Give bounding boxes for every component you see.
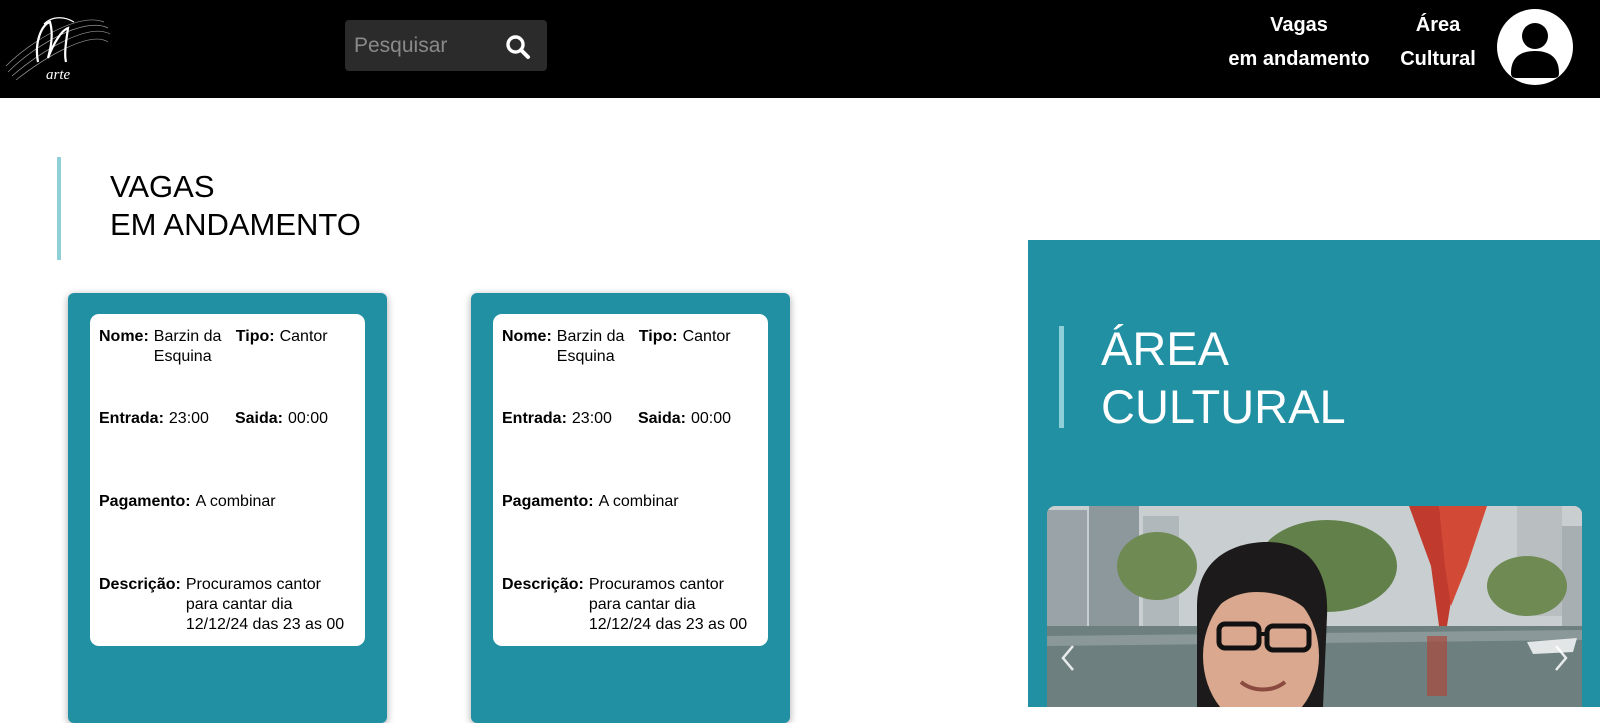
descricao-label: Descrição: bbox=[502, 576, 584, 593]
nome-label: Nome: bbox=[99, 328, 149, 345]
page-title-line2: EM ANDAMENTO bbox=[110, 207, 361, 242]
tipo-label: Tipo: bbox=[638, 328, 678, 345]
job-row-descricao: Descrição: Procuramos cantor para cantar… bbox=[99, 575, 356, 635]
chevron-right-icon bbox=[1555, 645, 1568, 671]
logo[interactable]: arte bbox=[4, 6, 112, 88]
cultural-carousel[interactable] bbox=[1047, 506, 1582, 707]
pagamento-value: A combinar bbox=[195, 493, 276, 510]
job-card-details: Nome: Barzin da Esquina Tipo: Cantor Ent… bbox=[90, 314, 365, 646]
saida-label: Saida: bbox=[234, 410, 283, 427]
tipo-value: Cantor bbox=[279, 328, 328, 345]
page-title: VAGAS EM ANDAMENTO bbox=[110, 168, 361, 244]
entrada-label: Entrada: bbox=[502, 410, 567, 427]
pagamento-label: Pagamento: bbox=[99, 493, 191, 510]
cultural-panel: ÁREA CULTURAL bbox=[1028, 240, 1600, 707]
job-row-pagamento: Pagamento: A combinar bbox=[99, 492, 276, 512]
job-row-nome-tipo: Nome: Barzin da Esquina Tipo: Cantor bbox=[99, 327, 328, 367]
descricao-value: Procuramos cantor para cantar dia 12/12/… bbox=[588, 576, 748, 633]
job-row-descricao: Descrição: Procuramos cantor para cantar… bbox=[502, 575, 759, 635]
nav-cultural-line1: Área bbox=[1415, 14, 1461, 36]
entrada-label: Entrada: bbox=[99, 410, 164, 427]
tipo-label: Tipo: bbox=[235, 328, 275, 345]
carousel-prev-button[interactable] bbox=[1055, 638, 1081, 678]
pagamento-value: A combinar bbox=[598, 493, 679, 510]
job-row-horario: Entrada: 23:00 Saida: 00:00 bbox=[502, 409, 731, 429]
nav-vagas-em-andamento[interactable]: Vagas em andamento bbox=[1218, 8, 1380, 76]
search-button[interactable] bbox=[505, 34, 537, 60]
job-card[interactable]: Nome: Barzin da Esquina Tipo: Cantor Ent… bbox=[68, 293, 387, 723]
section-accent-bar bbox=[57, 157, 61, 260]
logo-text: arte bbox=[46, 67, 71, 83]
saida-label: Saida: bbox=[637, 410, 686, 427]
job-row-nome-tipo: Nome: Barzin da Esquina Tipo: Cantor bbox=[502, 327, 731, 367]
nome-value: Barzin da Esquina bbox=[153, 328, 222, 365]
job-row-horario: Entrada: 23:00 Saida: 00:00 bbox=[99, 409, 328, 429]
carousel-image bbox=[1047, 506, 1582, 707]
cultural-title-line2: CULTURAL bbox=[1101, 380, 1346, 433]
cultural-title-line1: ÁREA bbox=[1101, 322, 1229, 375]
entrada-value: 23:00 bbox=[168, 410, 209, 427]
search-icon bbox=[506, 35, 530, 59]
descricao-label: Descrição: bbox=[99, 576, 181, 593]
page-title-line1: VAGAS bbox=[110, 169, 215, 204]
cultural-title: ÁREA CULTURAL bbox=[1101, 320, 1346, 436]
entrada-value: 23:00 bbox=[571, 410, 612, 427]
saida-value: 00:00 bbox=[690, 410, 732, 427]
search-input[interactable] bbox=[345, 20, 495, 71]
top-navbar: arte Vagas em andamento Área Cultural bbox=[0, 0, 1600, 98]
nav-area-cultural[interactable]: Área Cultural bbox=[1388, 8, 1488, 76]
saida-value: 00:00 bbox=[287, 410, 329, 427]
user-profile-button[interactable] bbox=[1497, 9, 1573, 85]
cultural-accent-bar bbox=[1059, 326, 1064, 428]
job-row-pagamento: Pagamento: A combinar bbox=[502, 492, 679, 512]
pagamento-label: Pagamento: bbox=[502, 493, 594, 510]
carousel-next-button[interactable] bbox=[1548, 638, 1574, 678]
job-card[interactable]: Nome: Barzin da Esquina Tipo: Cantor Ent… bbox=[471, 293, 790, 723]
nome-label: Nome: bbox=[502, 328, 552, 345]
nav-vagas-line2: em andamento bbox=[1228, 48, 1370, 70]
nome-value: Barzin da Esquina bbox=[556, 328, 625, 365]
descricao-value: Procuramos cantor para cantar dia 12/12/… bbox=[185, 576, 345, 633]
tipo-value: Cantor bbox=[682, 328, 731, 345]
nav-cultural-line2: Cultural bbox=[1400, 48, 1476, 70]
nav-vagas-line1: Vagas bbox=[1270, 14, 1328, 36]
job-card-details: Nome: Barzin da Esquina Tipo: Cantor Ent… bbox=[493, 314, 768, 646]
user-icon bbox=[1511, 23, 1559, 78]
chevron-left-icon bbox=[1061, 645, 1074, 671]
